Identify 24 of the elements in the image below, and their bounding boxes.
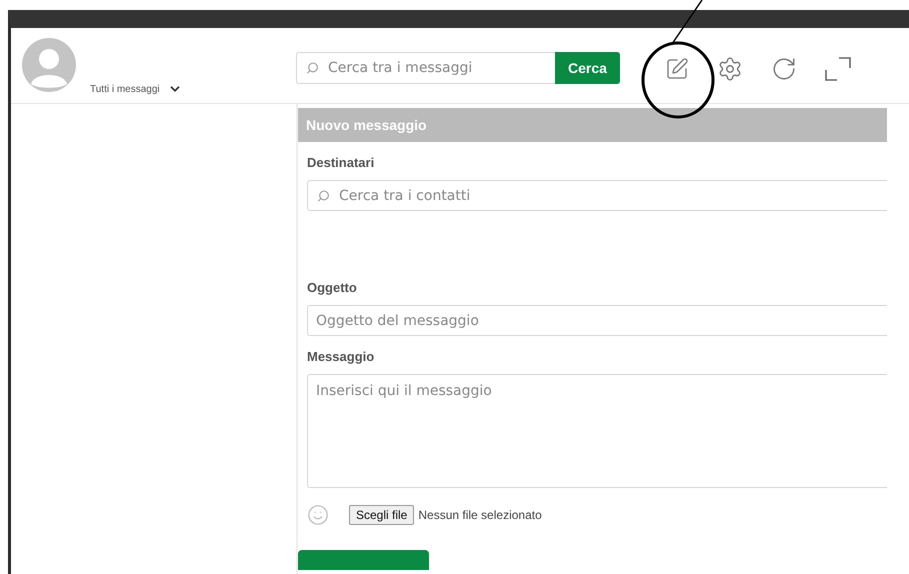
field-label: Destinatari: [307, 155, 376, 170]
contacts-search-field[interactable]: Cerca tra i contatti: [307, 180, 887, 211]
file-status: Nessun file selezionato: [418, 508, 542, 522]
avatar: [22, 38, 76, 92]
message-filter-dropdown[interactable]: Tutti i messaggi: [90, 82, 182, 96]
refresh-icon: [771, 56, 797, 82]
search-button[interactable]: Cerca: [555, 52, 620, 84]
settings-icon: [717, 56, 743, 82]
field-label: Messaggio: [307, 349, 376, 364]
search-field[interactable]: Cerca tra i messaggi: [296, 52, 555, 84]
expand-icon: [825, 57, 851, 81]
subject-field[interactable]: Oggetto del messaggio: [307, 305, 887, 336]
pen-square-icon: [665, 57, 689, 81]
leader-line: [671, 0, 703, 44]
message-field[interactable]: Inserisci qui il messaggio: [307, 374, 887, 488]
fullscreen-button[interactable]: [825, 57, 851, 81]
search-icon: [317, 189, 330, 202]
panel-title: Nuovo messaggio: [298, 108, 887, 142]
refresh-button[interactable]: [771, 56, 797, 82]
settings-button[interactable]: [717, 56, 743, 82]
compose-button[interactable]: [665, 57, 689, 81]
choose-file-button[interactable]: Scegli file: [349, 505, 414, 525]
search-icon: [306, 62, 319, 74]
field-label: Oggetto: [307, 280, 358, 295]
